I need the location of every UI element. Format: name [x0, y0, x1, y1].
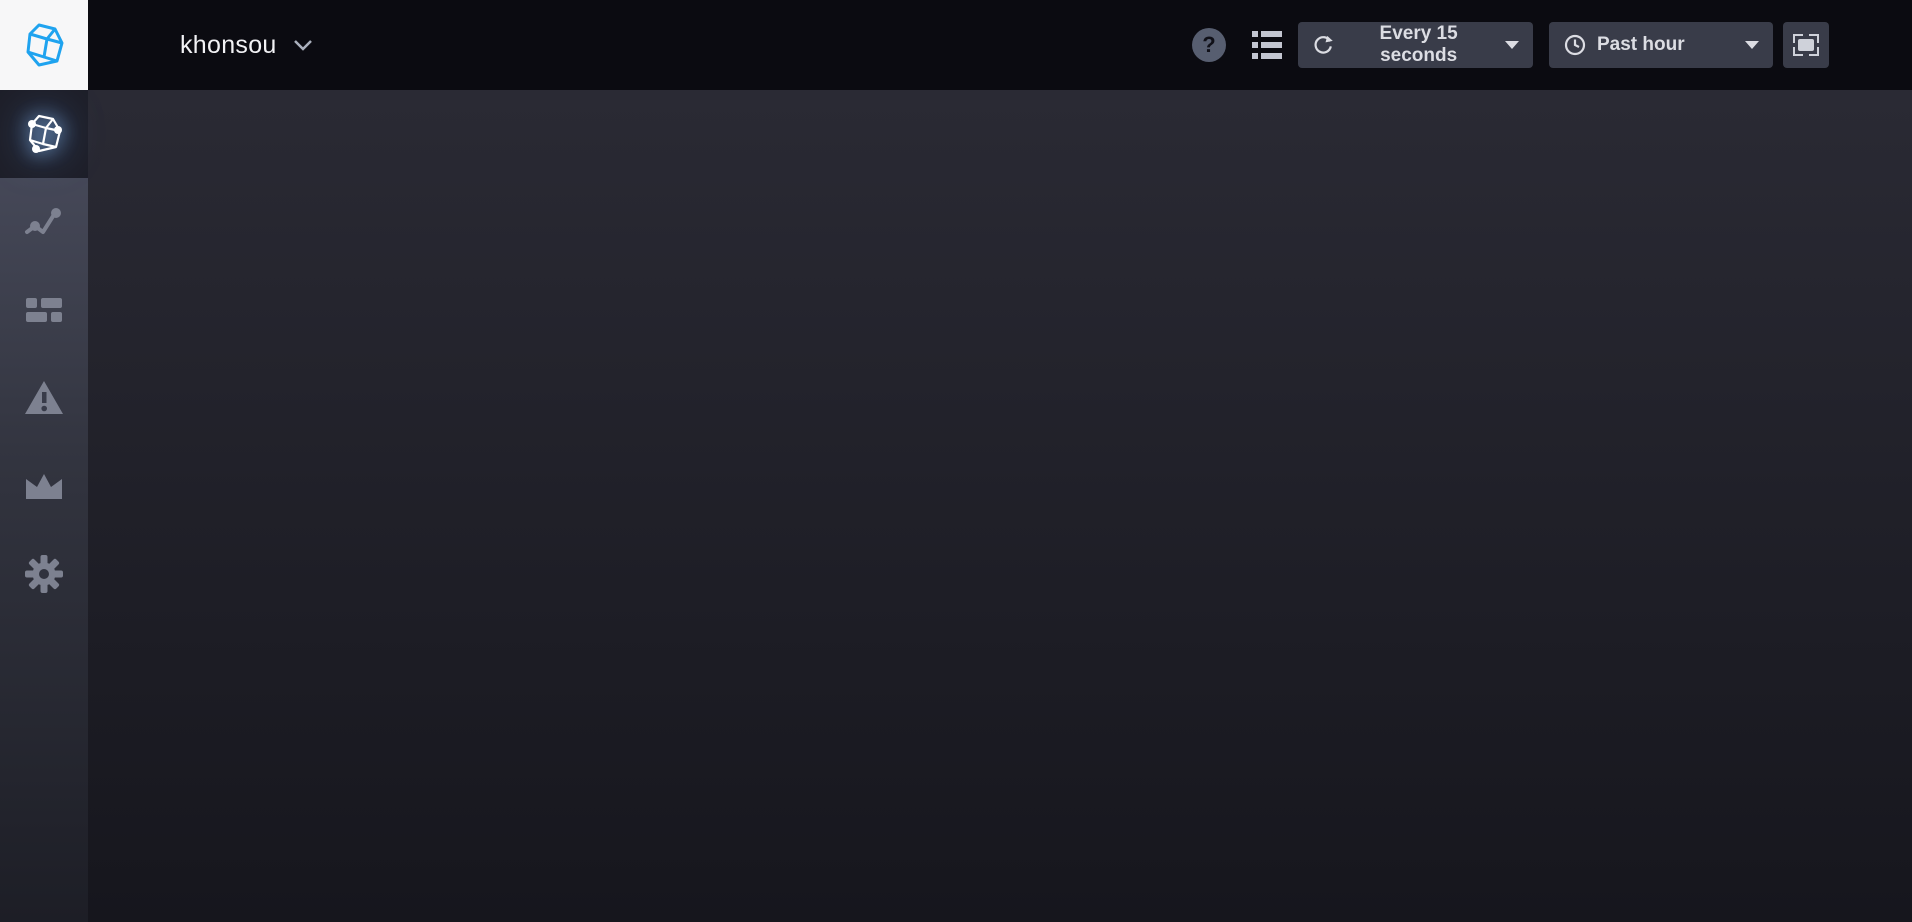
- dashboard-title-dropdown[interactable]: khonsou: [180, 0, 313, 90]
- sidebar-item-configuration[interactable]: [0, 530, 88, 618]
- caret-down-icon: [1745, 41, 1759, 49]
- sidebar-item-alerting[interactable]: [0, 354, 88, 442]
- caret-down-icon: [1505, 41, 1519, 49]
- chronograf-logo-icon: [19, 19, 69, 71]
- grid-blocks-icon: [24, 294, 64, 326]
- pulse-graph-icon: [24, 204, 64, 240]
- cubo-glow-icon: [22, 111, 66, 157]
- time-range-label: Past hour: [1597, 34, 1685, 56]
- help-label: ?: [1202, 32, 1215, 58]
- refresh-interval-label: Every 15 seconds: [1344, 23, 1493, 67]
- kiosk-mode-icon: [1793, 34, 1819, 56]
- top-navigation-bar: khonsou ? Every 15 seconds Past hour: [0, 0, 1912, 90]
- sidebar-item-dashboards[interactable]: [0, 266, 88, 354]
- refresh-icon: [1312, 33, 1334, 57]
- chevron-down-icon: [293, 39, 313, 51]
- chronograf-app: { "header": { "dashboard_title": "khonso…: [0, 0, 1912, 922]
- chronograf-logo[interactable]: [0, 0, 88, 90]
- sidebar-item-data-explorer[interactable]: [0, 178, 88, 266]
- page-title: khonsou: [180, 31, 277, 60]
- presentation-mode-button[interactable]: [1783, 22, 1829, 68]
- time-range-dropdown[interactable]: Past hour: [1549, 22, 1773, 68]
- dashboard-grid: [88, 90, 1912, 922]
- sidebar-item-admin[interactable]: [0, 442, 88, 530]
- sidebar-navigation: [0, 90, 88, 922]
- clock-icon: [1563, 33, 1587, 57]
- help-button[interactable]: ?: [1192, 28, 1226, 62]
- annotation-list-button[interactable]: [1252, 31, 1282, 59]
- sidebar-item-status[interactable]: [0, 90, 88, 178]
- alert-triangle-icon: [23, 379, 65, 417]
- crown-icon: [23, 470, 65, 502]
- gear-icon: [23, 553, 65, 595]
- refresh-interval-dropdown[interactable]: Every 15 seconds: [1298, 22, 1533, 68]
